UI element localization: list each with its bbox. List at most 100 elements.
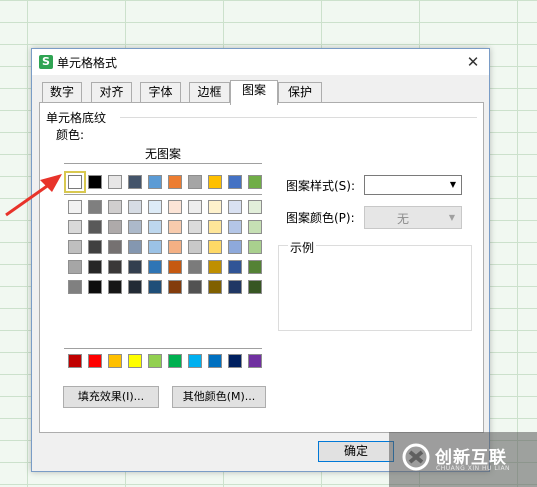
- color-swatch[interactable]: [228, 220, 242, 234]
- fill-effects-button[interactable]: 填充效果(I)...: [63, 386, 159, 408]
- color-swatch[interactable]: [248, 200, 262, 214]
- no-pattern-divider: [64, 163, 262, 164]
- color-swatch[interactable]: [108, 200, 122, 214]
- color-swatch[interactable]: [128, 280, 142, 294]
- color-swatch[interactable]: [148, 220, 162, 234]
- color-swatch[interactable]: [128, 240, 142, 254]
- pattern-style-label: 图案样式(S):: [286, 179, 356, 193]
- color-swatch[interactable]: [208, 260, 222, 274]
- color-swatch[interactable]: [148, 175, 162, 189]
- color-swatch[interactable]: [128, 260, 142, 274]
- color-swatch[interactable]: [68, 280, 82, 294]
- color-swatch[interactable]: [148, 200, 162, 214]
- color-swatch[interactable]: [88, 260, 102, 274]
- color-swatch[interactable]: [88, 354, 102, 368]
- pattern-style-dropdown[interactable]: ▼: [364, 175, 462, 195]
- tab-font[interactable]: 字体: [140, 82, 181, 103]
- color-swatch[interactable]: [88, 200, 102, 214]
- close-icon[interactable]: ✕: [461, 51, 485, 73]
- cell-format-dialog: S 单元格格式 ✕ 数字 对齐 字体 边框 图案 保护 单元格底纹 颜色: 无图…: [31, 48, 490, 472]
- color-swatch[interactable]: [108, 354, 122, 368]
- color-swatch[interactable]: [148, 240, 162, 254]
- ok-button[interactable]: 确定: [318, 441, 394, 462]
- color-swatch[interactable]: [108, 175, 122, 189]
- color-swatch[interactable]: [68, 240, 82, 254]
- color-swatch[interactable]: [108, 260, 122, 274]
- color-swatch[interactable]: [108, 240, 122, 254]
- color-swatch[interactable]: [148, 260, 162, 274]
- palette-divider: [64, 194, 262, 195]
- tab-number[interactable]: 数字: [42, 82, 82, 103]
- color-swatch[interactable]: [68, 260, 82, 274]
- color-swatch[interactable]: [128, 200, 142, 214]
- color-swatch[interactable]: [64, 171, 86, 193]
- color-swatch[interactable]: [148, 280, 162, 294]
- color-swatch[interactable]: [208, 280, 222, 294]
- color-swatch[interactable]: [88, 280, 102, 294]
- color-swatch[interactable]: [168, 240, 182, 254]
- color-swatch[interactable]: [168, 260, 182, 274]
- color-swatch[interactable]: [228, 240, 242, 254]
- no-pattern-option[interactable]: 无图案: [145, 145, 181, 162]
- dialog-title: 单元格格式: [57, 56, 118, 70]
- color-swatch[interactable]: [228, 260, 242, 274]
- color-label: 颜色:: [56, 128, 85, 142]
- red-arrow-annotation: [5, 174, 62, 217]
- tab-pattern[interactable]: 图案: [230, 80, 278, 105]
- color-swatch[interactable]: [208, 220, 222, 234]
- color-swatch[interactable]: [88, 240, 102, 254]
- color-swatch[interactable]: [248, 280, 262, 294]
- color-swatch[interactable]: [248, 260, 262, 274]
- tab-protection[interactable]: 保护: [278, 82, 322, 103]
- color-swatch[interactable]: [188, 200, 202, 214]
- color-swatch[interactable]: [188, 175, 202, 189]
- color-swatch[interactable]: [168, 280, 182, 294]
- color-swatch[interactable]: [108, 220, 122, 234]
- example-label: 示例: [288, 239, 317, 256]
- wps-app-icon: S: [39, 55, 53, 69]
- color-swatch[interactable]: [188, 260, 202, 274]
- color-swatch[interactable]: [188, 354, 202, 368]
- more-colors-button[interactable]: 其他颜色(M)...: [172, 386, 266, 408]
- tab-border[interactable]: 边框: [189, 82, 230, 103]
- cell-shading-heading: 单元格底纹: [46, 109, 111, 126]
- color-swatch[interactable]: [248, 175, 262, 189]
- tab-alignment[interactable]: 对齐: [91, 82, 132, 103]
- color-swatch[interactable]: [68, 220, 82, 234]
- color-swatch[interactable]: [128, 220, 142, 234]
- pattern-color-label: 图案颜色(P):: [286, 211, 355, 225]
- section-divider: [120, 117, 477, 118]
- color-swatch[interactable]: [108, 280, 122, 294]
- color-swatch[interactable]: [228, 280, 242, 294]
- color-swatch[interactable]: [88, 175, 102, 189]
- color-swatch[interactable]: [168, 354, 182, 368]
- color-swatch[interactable]: [208, 200, 222, 214]
- pattern-color-dropdown[interactable]: 无 ▼: [364, 206, 462, 229]
- watermark-subtitle: CHUANG XIN HU LIAN: [436, 465, 511, 472]
- color-swatch[interactable]: [168, 220, 182, 234]
- color-swatch[interactable]: [228, 175, 242, 189]
- color-swatch[interactable]: [208, 175, 222, 189]
- color-swatch[interactable]: [68, 354, 82, 368]
- color-swatch[interactable]: [188, 220, 202, 234]
- color-swatch[interactable]: [248, 220, 262, 234]
- color-swatch[interactable]: [148, 354, 162, 368]
- color-swatch[interactable]: [128, 175, 142, 189]
- pattern-tab-panel: 单元格底纹 颜色: 无图案 填充效果(I)... 其他颜色(M)... 图案样式…: [39, 102, 484, 433]
- color-swatch[interactable]: [168, 200, 182, 214]
- color-swatch[interactable]: [68, 200, 82, 214]
- dialog-titlebar: S 单元格格式 ✕: [32, 49, 489, 75]
- color-swatch[interactable]: [88, 220, 102, 234]
- color-swatch[interactable]: [188, 240, 202, 254]
- color-swatch[interactable]: [188, 280, 202, 294]
- color-swatch[interactable]: [208, 240, 222, 254]
- color-swatch[interactable]: [248, 240, 262, 254]
- color-swatch[interactable]: [168, 175, 182, 189]
- color-swatch[interactable]: [228, 354, 242, 368]
- watermark: 创新互联 CHUANG XIN HU LIAN: [389, 432, 537, 487]
- dropdown-arrow-icon: ▼: [448, 213, 456, 222]
- color-swatch[interactable]: [128, 354, 142, 368]
- color-swatch[interactable]: [248, 354, 262, 368]
- color-swatch[interactable]: [228, 200, 242, 214]
- color-swatch[interactable]: [208, 354, 222, 368]
